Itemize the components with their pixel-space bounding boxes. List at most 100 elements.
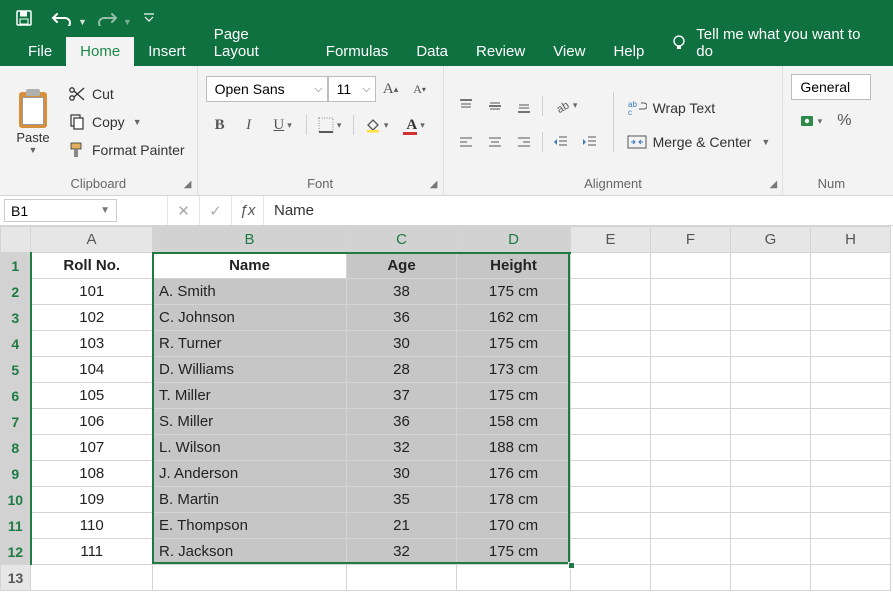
row-header[interactable]: 10 <box>1 487 31 513</box>
row-header[interactable]: 1 <box>1 253 31 279</box>
cell[interactable]: 175 cm <box>457 331 571 357</box>
cell[interactable]: 32 <box>347 435 457 461</box>
format-painter-button[interactable]: Format Painter <box>64 136 189 164</box>
cell[interactable] <box>731 357 811 383</box>
cell[interactable]: 104 <box>31 357 153 383</box>
alignment-dialog-launcher[interactable]: ◢ <box>766 177 780 191</box>
cell[interactable] <box>457 565 571 591</box>
col-header-F[interactable]: F <box>651 227 731 253</box>
align-middle-button[interactable] <box>481 93 509 119</box>
cell[interactable]: 176 cm <box>457 461 571 487</box>
italic-button[interactable]: I <box>235 112 263 138</box>
cell[interactable] <box>651 279 731 305</box>
cell[interactable] <box>731 435 811 461</box>
cell[interactable]: 30 <box>347 461 457 487</box>
col-header-E[interactable]: E <box>571 227 651 253</box>
cell[interactable]: 178 cm <box>457 487 571 513</box>
col-header-D[interactable]: D <box>457 227 571 253</box>
row-header[interactable]: 9 <box>1 461 31 487</box>
col-header-B[interactable]: B <box>153 227 347 253</box>
cell[interactable] <box>153 565 347 591</box>
row-header[interactable]: 8 <box>1 435 31 461</box>
cell[interactable] <box>811 383 891 409</box>
tab-data[interactable]: Data <box>402 37 462 66</box>
cell[interactable] <box>811 409 891 435</box>
cell[interactable]: E. Thompson <box>153 513 347 539</box>
cell[interactable] <box>651 383 731 409</box>
cell[interactable]: 35 <box>347 487 457 513</box>
fill-color-button[interactable]: ▾ <box>358 112 396 138</box>
cell[interactable] <box>731 305 811 331</box>
align-top-button[interactable] <box>452 93 480 119</box>
save-button[interactable] <box>6 4 42 32</box>
cell[interactable]: 106 <box>31 409 153 435</box>
cell[interactable]: 103 <box>31 331 153 357</box>
cell[interactable]: Roll No. <box>31 253 153 279</box>
decrease-font-button[interactable]: A▾ <box>406 76 434 102</box>
cell[interactable] <box>571 409 651 435</box>
cell[interactable]: 102 <box>31 305 153 331</box>
wrap-text-button[interactable]: abc Wrap Text <box>623 94 775 122</box>
cell[interactable] <box>811 305 891 331</box>
redo-button[interactable] <box>89 4 125 32</box>
col-header-A[interactable]: A <box>31 227 153 253</box>
cell[interactable] <box>651 331 731 357</box>
cell[interactable]: Name <box>153 253 347 279</box>
cell[interactable] <box>731 461 811 487</box>
percent-format-button[interactable]: % <box>830 108 858 134</box>
cell[interactable] <box>571 279 651 305</box>
cell[interactable]: 107 <box>31 435 153 461</box>
cell[interactable] <box>571 539 651 565</box>
cell[interactable]: R. Turner <box>153 331 347 357</box>
col-header-G[interactable]: G <box>731 227 811 253</box>
cell[interactable]: 173 cm <box>457 357 571 383</box>
cell[interactable]: J. Anderson <box>153 461 347 487</box>
cell[interactable]: 38 <box>347 279 457 305</box>
cell[interactable]: 162 cm <box>457 305 571 331</box>
cut-button[interactable]: Cut <box>64 80 189 108</box>
row-header[interactable]: 13 <box>1 565 31 591</box>
tab-formulas[interactable]: Formulas <box>312 37 403 66</box>
cell[interactable]: T. Miller <box>153 383 347 409</box>
cell[interactable]: 37 <box>347 383 457 409</box>
cell[interactable] <box>651 253 731 279</box>
tab-file[interactable]: File <box>14 37 66 66</box>
font-dialog-launcher[interactable]: ◢ <box>427 177 441 191</box>
customize-qat-button[interactable] <box>137 4 161 32</box>
cell[interactable] <box>811 513 891 539</box>
fill-handle[interactable] <box>568 562 575 569</box>
orientation-button[interactable]: ab▾ <box>547 93 585 119</box>
increase-indent-button[interactable] <box>576 129 604 155</box>
cell[interactable] <box>571 253 651 279</box>
decrease-indent-button[interactable] <box>547 129 575 155</box>
tab-insert[interactable]: Insert <box>134 37 200 66</box>
cell[interactable] <box>731 409 811 435</box>
cell[interactable]: 175 cm <box>457 539 571 565</box>
cell[interactable] <box>571 565 651 591</box>
increase-font-button[interactable]: A▴ <box>377 76 405 102</box>
row-header[interactable]: 5 <box>1 357 31 383</box>
cell[interactable]: A. Smith <box>153 279 347 305</box>
row-header[interactable]: 12 <box>1 539 31 565</box>
borders-button[interactable]: ▾ <box>311 112 349 138</box>
cell[interactable] <box>651 461 731 487</box>
cell[interactable]: Age <box>347 253 457 279</box>
cell[interactable]: 111 <box>31 539 153 565</box>
tab-view[interactable]: View <box>539 37 599 66</box>
cell[interactable]: D. Williams <box>153 357 347 383</box>
cell[interactable] <box>651 435 731 461</box>
cell[interactable] <box>811 487 891 513</box>
cell[interactable] <box>571 357 651 383</box>
font-size-combo[interactable]: 11⌵ <box>328 76 376 102</box>
merge-center-button[interactable]: Merge & Center ▼ <box>623 128 775 156</box>
row-header[interactable]: 2 <box>1 279 31 305</box>
cell[interactable] <box>811 539 891 565</box>
cell[interactable]: 36 <box>347 409 457 435</box>
row-header[interactable]: 3 <box>1 305 31 331</box>
cell[interactable] <box>571 435 651 461</box>
cell[interactable]: 110 <box>31 513 153 539</box>
row-header[interactable]: 4 <box>1 331 31 357</box>
cell[interactable]: B. Martin <box>153 487 347 513</box>
cell[interactable] <box>731 331 811 357</box>
cell[interactable]: 175 cm <box>457 383 571 409</box>
